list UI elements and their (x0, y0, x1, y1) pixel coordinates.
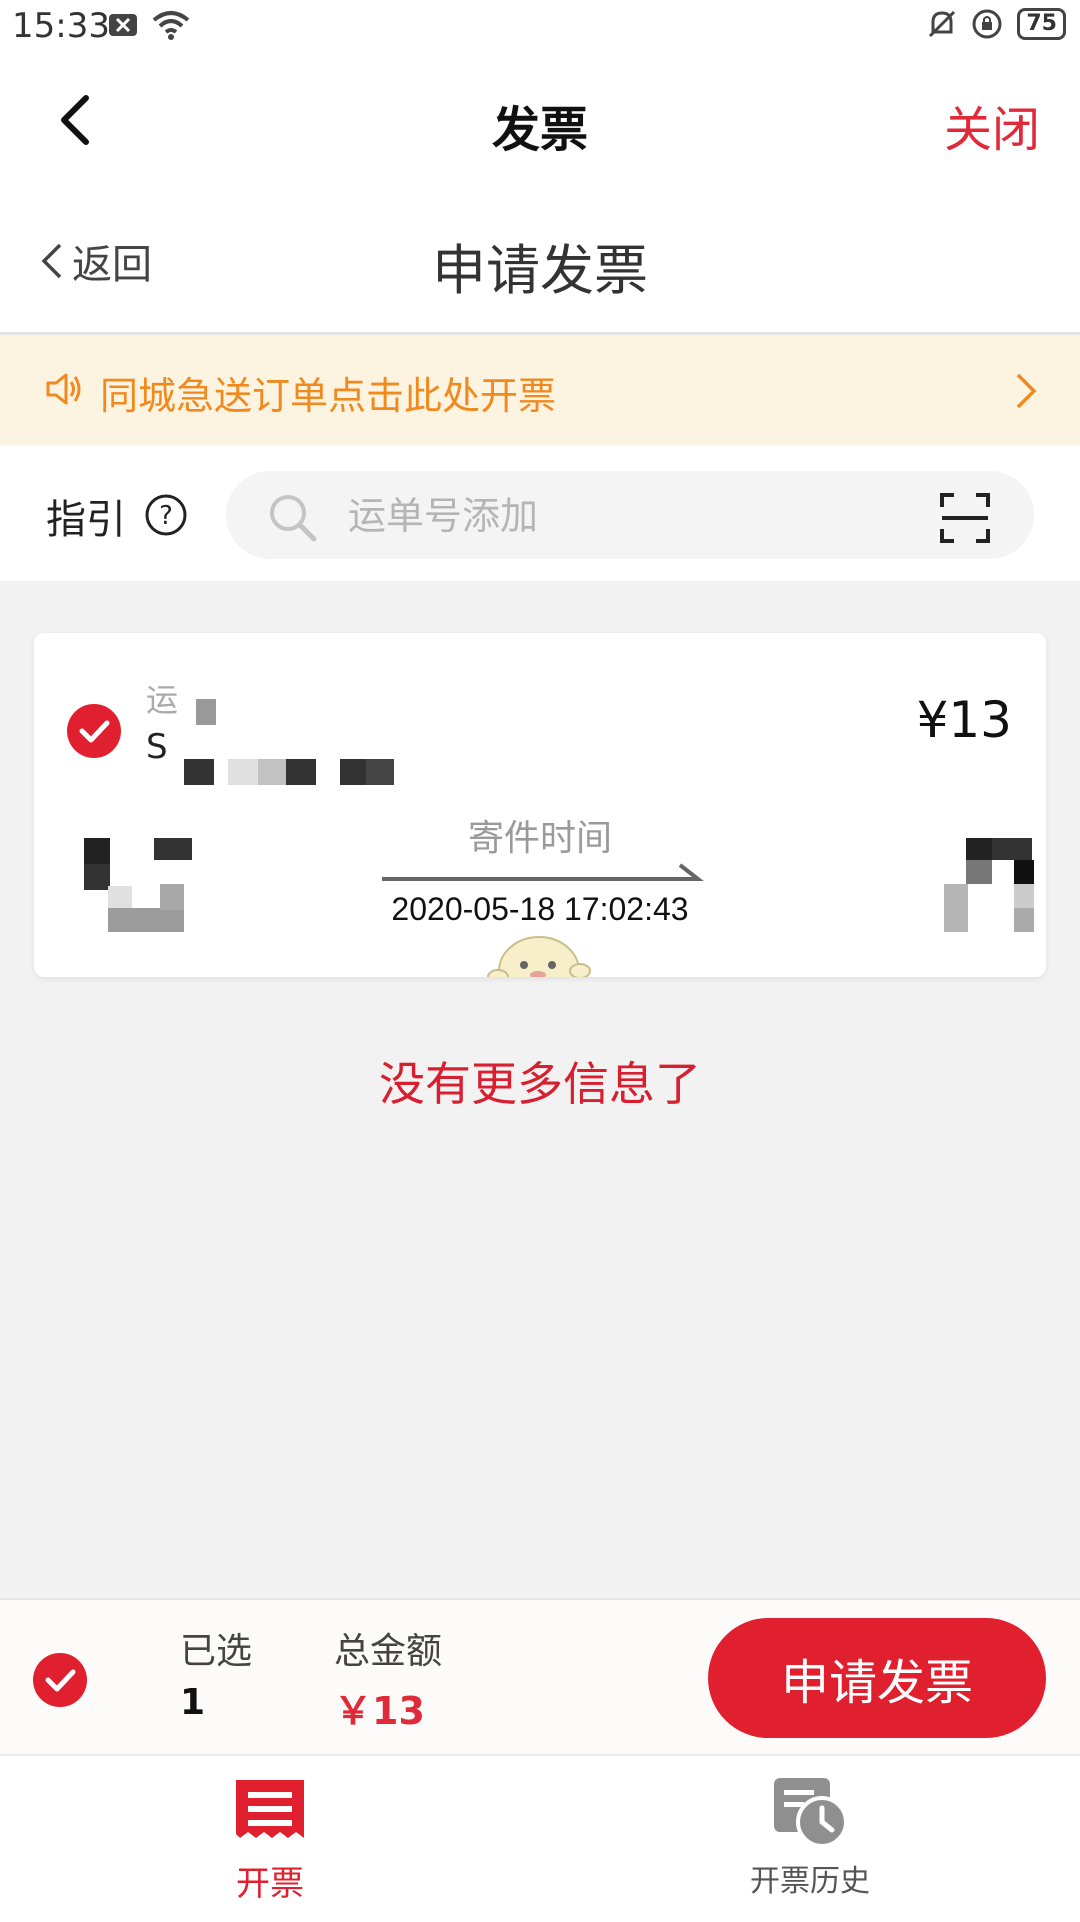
redaction-block (340, 759, 366, 785)
wifi-icon (152, 11, 190, 40)
selected-count: 1 (180, 1682, 206, 1723)
notice-banner[interactable]: 同城急送订单点击此处开票 (0, 335, 1080, 445)
search-row: 指引 ? (0, 445, 1080, 581)
waybill-amount: ¥13 (916, 691, 1012, 749)
waybill-search-input[interactable] (346, 485, 910, 547)
invoice-icon (236, 1780, 304, 1838)
svg-text:?: ? (159, 501, 173, 531)
check-circle-icon[interactable] (66, 703, 122, 759)
tab-bar: 开票 开票历史 (0, 1754, 1080, 1922)
selected-label: 已选 (180, 1631, 253, 1672)
status-time: 15:33 (12, 6, 110, 46)
speaker-icon (46, 373, 81, 405)
total-label: 总金额 (334, 1631, 443, 1672)
page-title: 发票 (491, 102, 588, 158)
redacted-origin (84, 838, 234, 958)
notification-x-icon (109, 14, 137, 36)
waybill-card[interactable]: 运 S ¥13 寄件时间 2020-05-18 17:02:43 (34, 633, 1046, 977)
redaction-block (258, 759, 286, 785)
guide-label[interactable]: 指引 (46, 487, 126, 545)
redaction-block (196, 699, 216, 725)
tab-invoice-label: 开票 (236, 1864, 304, 1904)
close-button[interactable]: 关闭 (944, 90, 1040, 160)
status-bar: 15:33 75 (0, 0, 1080, 56)
tab-invoice[interactable]: 开票 (190, 1776, 350, 1905)
redacted-destination (944, 838, 1034, 958)
waybill-label: 运 (146, 681, 179, 719)
chevron-right-icon (1016, 373, 1037, 409)
section-title: 申请发票 (432, 239, 648, 302)
sub-header: 返回 申请发票 (0, 182, 1080, 335)
tab-invoice-history[interactable]: 开票历史 (720, 1776, 900, 1900)
help-icon[interactable]: ? (144, 493, 188, 537)
search-icon (270, 495, 317, 542)
redaction-block (286, 759, 316, 785)
redaction-block (228, 759, 258, 785)
select-all-check-icon[interactable] (32, 1652, 88, 1708)
redaction-block (366, 759, 394, 785)
waybill-number: S (146, 727, 168, 767)
title-bar: 发票 关闭 (0, 56, 1080, 182)
no-more-info-text: 没有更多信息了 (379, 1057, 701, 1111)
mascot-watermark-icon (487, 936, 591, 977)
rotation-lock-icon (972, 9, 1002, 39)
notice-text: 同城急送订单点击此处开票 (100, 374, 557, 418)
bell-muted-icon (929, 10, 956, 38)
apply-invoice-button[interactable]: 申请发票 (708, 1618, 1046, 1738)
search-box (226, 471, 1034, 559)
scan-icon[interactable] (940, 493, 990, 543)
battery-indicator: 75 (1017, 8, 1066, 40)
summary-bar: 已选 1 总金额 ￥13 申请发票 (0, 1598, 1080, 1754)
arrow-line-icon (382, 863, 704, 881)
redaction-block (184, 759, 214, 785)
tab-history-label: 开票历史 (750, 1864, 870, 1899)
total-amount: ￥13 (334, 1689, 425, 1733)
history-clock-icon (774, 1778, 848, 1848)
